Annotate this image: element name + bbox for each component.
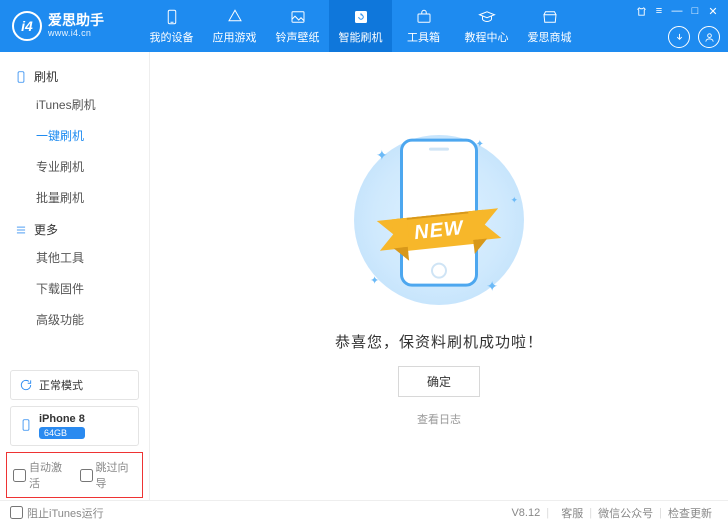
app-logo: i4 爱思助手 www.i4.cn xyxy=(12,11,140,41)
toolbox-icon xyxy=(415,8,433,26)
nav-toolbox[interactable]: 工具箱 xyxy=(392,0,455,52)
image-icon xyxy=(289,8,307,26)
app-name: 爱思助手 xyxy=(48,13,104,28)
view-log-link[interactable]: 查看日志 xyxy=(417,411,461,427)
status-bar: 阻止iTunes运行 V8.12 | 客服 | 微信公众号 | 检查更新 xyxy=(0,500,728,524)
device-name: iPhone 8 xyxy=(39,413,85,425)
sidebar-item-batch[interactable]: 批量刷机 xyxy=(0,182,149,213)
sidebar-item-oneclick[interactable]: 一键刷机 xyxy=(0,120,149,151)
maximize-icon[interactable]: □ xyxy=(688,4,702,18)
sidebar-group-more: 更多 xyxy=(0,213,149,242)
sidebar-item-itunes[interactable]: iTunes刷机 xyxy=(0,89,149,120)
reload-icon xyxy=(19,378,33,392)
sidebar: 刷机 iTunes刷机 一键刷机 专业刷机 批量刷机 更多 其他工具 下载固件 … xyxy=(0,52,150,500)
sidebar-item-firmware[interactable]: 下载固件 xyxy=(0,273,149,304)
sidebar-item-other[interactable]: 其他工具 xyxy=(0,242,149,273)
update-link[interactable]: 检查更新 xyxy=(668,505,712,521)
support-link[interactable]: 客服 xyxy=(561,505,583,521)
phone-icon xyxy=(19,418,33,435)
nav-flash[interactable]: 智能刷机 xyxy=(329,0,392,52)
top-nav: 我的设备 应用游戏 铃声壁纸 智能刷机 工具箱 教程中心 爱思商城 xyxy=(140,0,581,52)
version-label: V8.12 xyxy=(511,507,540,519)
title-bar: i4 爱思助手 www.i4.cn 我的设备 应用游戏 铃声壁纸 智能刷机 工具… xyxy=(0,0,728,52)
sidebar-group-flash: 刷机 xyxy=(0,60,149,89)
nav-tutorial[interactable]: 教程中心 xyxy=(455,0,518,52)
menu-icon xyxy=(14,223,28,237)
nav-my-device[interactable]: 我的设备 xyxy=(140,0,203,52)
options-highlight-box: 自动激活 跳过向导 xyxy=(6,452,143,498)
user-icon[interactable] xyxy=(698,26,720,48)
phone-icon xyxy=(163,8,181,26)
apps-icon xyxy=(226,8,244,26)
device-box[interactable]: iPhone 8 64GB xyxy=(10,406,139,446)
block-itunes-checkbox[interactable]: 阻止iTunes运行 xyxy=(10,505,104,521)
success-illustration: ✦✦✦✦✦ NEW xyxy=(319,125,559,315)
graduation-icon xyxy=(478,8,496,26)
app-url: www.i4.cn xyxy=(48,29,104,39)
storage-badge: 64GB xyxy=(39,427,85,439)
close-icon[interactable]: ✕ xyxy=(706,4,720,18)
success-message: 恭喜您，保资料刷机成功啦！ xyxy=(335,331,543,352)
window-controls: ≡ — □ ✕ xyxy=(634,4,720,48)
phone-icon xyxy=(14,70,28,84)
logo-icon: i4 xyxy=(12,11,42,41)
confirm-button[interactable]: 确定 xyxy=(398,366,480,397)
menu-icon[interactable]: ≡ xyxy=(652,4,666,18)
nav-ringtone[interactable]: 铃声壁纸 xyxy=(266,0,329,52)
mode-box[interactable]: 正常模式 xyxy=(10,370,139,400)
skip-guide-checkbox[interactable]: 跳过向导 xyxy=(80,459,137,491)
store-icon xyxy=(541,8,559,26)
download-icon[interactable] xyxy=(668,26,690,48)
sidebar-item-pro[interactable]: 专业刷机 xyxy=(0,151,149,182)
wechat-link[interactable]: 微信公众号 xyxy=(598,505,653,521)
nav-store[interactable]: 爱思商城 xyxy=(518,0,581,52)
content-area: ✦✦✦✦✦ NEW 恭喜您，保资料刷机成功啦！ 确定 查看日志 xyxy=(150,52,728,500)
auto-activate-checkbox[interactable]: 自动激活 xyxy=(13,459,70,491)
skin-icon[interactable] xyxy=(634,4,648,18)
refresh-icon xyxy=(352,8,370,26)
nav-apps[interactable]: 应用游戏 xyxy=(203,0,266,52)
sidebar-item-advanced[interactable]: 高级功能 xyxy=(0,304,149,335)
minimize-icon[interactable]: — xyxy=(670,4,684,18)
